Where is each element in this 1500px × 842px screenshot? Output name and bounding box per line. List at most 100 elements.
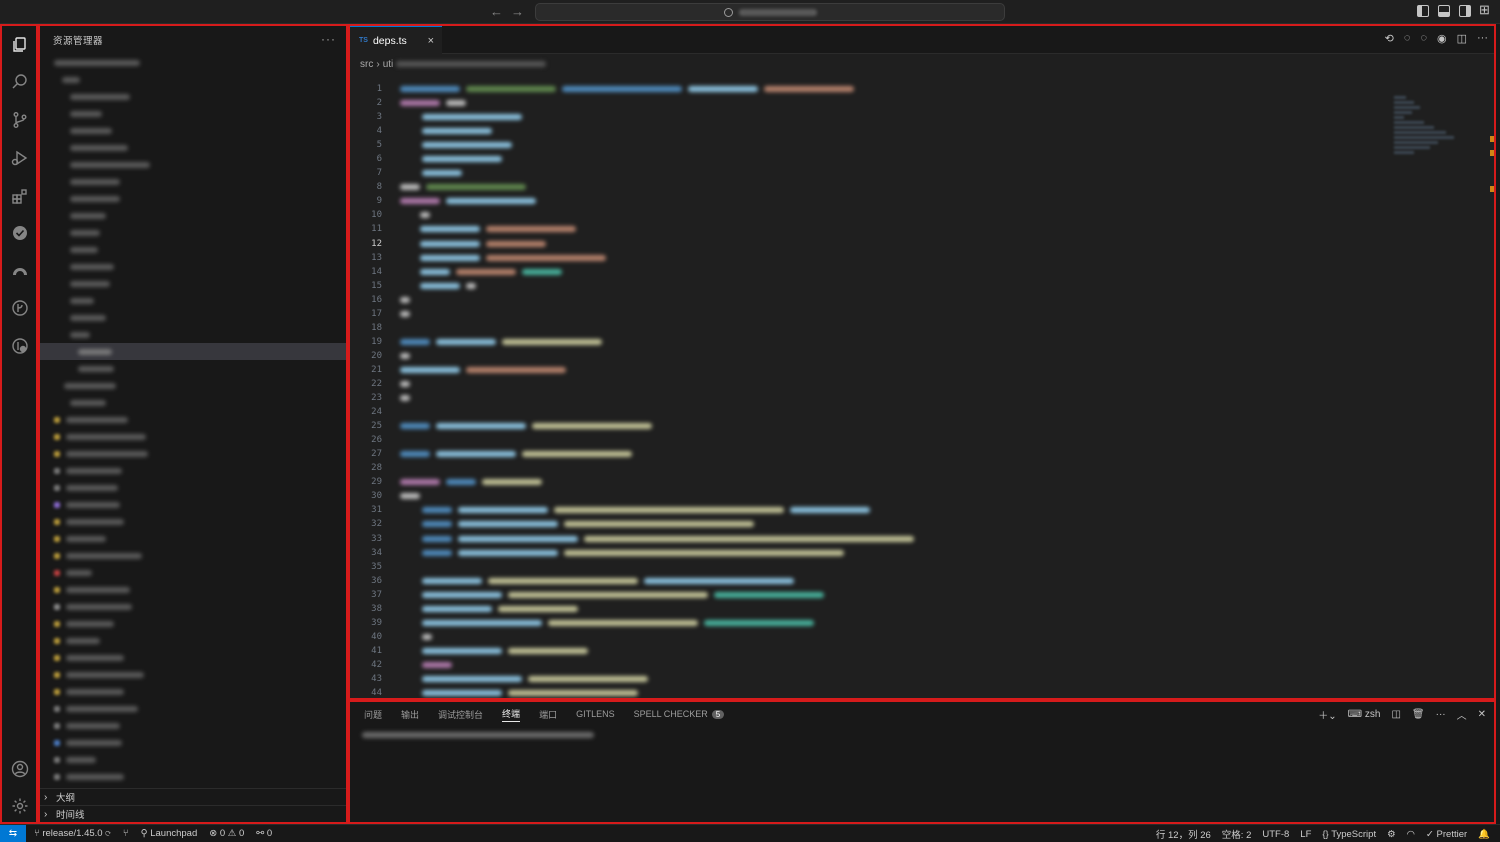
code-line[interactable] — [400, 82, 1400, 96]
tree-row[interactable] — [40, 394, 346, 411]
settings-sync-icon[interactable]: ⚙ — [1387, 829, 1396, 840]
launchpad-status[interactable]: ⚲ Launchpad — [141, 828, 198, 839]
previous-change-icon[interactable]: ◌ — [1404, 32, 1411, 45]
tree-row[interactable] — [40, 224, 346, 241]
tree-row[interactable] — [40, 581, 346, 598]
tree-row[interactable] — [40, 309, 346, 326]
tree-row[interactable] — [40, 632, 346, 649]
breadcrumb-utils[interactable]: uti — [383, 59, 394, 70]
code-line[interactable] — [400, 124, 1400, 138]
tab-terminal[interactable]: 终端 — [502, 707, 521, 722]
tree-row[interactable] — [40, 326, 346, 343]
remote-indicator-icon[interactable]: ⇆ — [0, 824, 26, 842]
code-line[interactable] — [400, 265, 1400, 279]
code-line[interactable] — [400, 307, 1400, 321]
problems-status[interactable]: ⊗ 0 ⚠ 0 — [209, 828, 244, 839]
command-center[interactable] — [535, 3, 1005, 21]
tree-row[interactable] — [40, 377, 346, 394]
tree-row[interactable] — [40, 768, 346, 785]
tab-gitlens[interactable]: GITLENS — [576, 709, 615, 719]
tree-row[interactable] — [40, 71, 346, 88]
code-line[interactable] — [400, 672, 1400, 686]
more-actions-icon[interactable]: ··· — [1477, 32, 1488, 45]
tree-row[interactable] — [40, 547, 346, 564]
tab-deps-ts[interactable]: TS deps.ts × — [350, 26, 442, 54]
tree-row[interactable] — [40, 513, 346, 530]
more-actions-icon[interactable]: ··· — [1436, 709, 1446, 720]
search-icon[interactable] — [11, 73, 29, 91]
code-line[interactable] — [400, 419, 1400, 433]
code-line[interactable] — [400, 110, 1400, 124]
code-line[interactable] — [400, 658, 1400, 672]
code-line[interactable] — [400, 237, 1400, 251]
tree-row[interactable] — [40, 122, 346, 139]
code-line[interactable] — [400, 180, 1400, 194]
gitlens-inspect-icon[interactable] — [11, 337, 29, 355]
toggle-primary-sidebar-icon[interactable] — [1417, 5, 1429, 17]
tree-row[interactable] — [40, 564, 346, 581]
code-line[interactable] — [400, 349, 1400, 363]
code-line[interactable] — [400, 630, 1400, 644]
breadcrumb-src[interactable]: src — [360, 59, 373, 70]
tree-row[interactable] — [40, 700, 346, 717]
source-control-icon[interactable] — [11, 111, 29, 129]
maximize-panel-icon[interactable]: ︿ — [1457, 707, 1467, 722]
code-line[interactable] — [400, 602, 1400, 616]
back-arrow-icon[interactable]: ← — [490, 4, 503, 19]
code-line[interactable] — [400, 546, 1400, 560]
tree-row-selected[interactable] — [40, 343, 346, 360]
tree-row[interactable] — [40, 411, 346, 428]
tree-row[interactable] — [40, 258, 346, 275]
tree-row[interactable] — [40, 292, 346, 309]
tab-debug-console[interactable]: 调试控制台 — [438, 708, 483, 721]
outline-section[interactable]: › 大纲 — [40, 788, 346, 805]
tree-row[interactable] — [40, 479, 346, 496]
notifications-bell-icon[interactable]: 🔔 — [1478, 829, 1490, 840]
code-line[interactable] — [400, 335, 1400, 349]
code-line[interactable] — [400, 588, 1400, 602]
manage-gear-icon[interactable] — [11, 797, 29, 815]
close-panel-icon[interactable]: ✕ — [1478, 709, 1486, 720]
minimap[interactable] — [1394, 96, 1464, 186]
code-line[interactable] — [400, 644, 1400, 658]
tab-ports[interactable]: 端口 — [539, 708, 557, 721]
more-actions-icon[interactable]: ··· — [321, 32, 336, 46]
end-of-line[interactable]: LF — [1300, 829, 1311, 840]
tree-row[interactable] — [40, 649, 346, 666]
tree-row[interactable] — [40, 207, 346, 224]
encoding[interactable]: UTF-8 — [1262, 829, 1289, 840]
code-line[interactable] — [400, 391, 1400, 405]
code-line[interactable] — [400, 293, 1400, 307]
compare-icon[interactable]: ⟲ — [1385, 32, 1394, 45]
code-line[interactable] — [400, 251, 1400, 265]
code-text[interactable] — [400, 82, 1400, 698]
tab-problems[interactable]: 问题 — [364, 708, 382, 721]
code-line[interactable] — [400, 222, 1400, 236]
remote-explorer-icon[interactable] — [11, 261, 29, 279]
new-terminal-icon[interactable]: ＋⌄ — [1318, 707, 1336, 722]
close-icon[interactable]: × — [428, 35, 434, 47]
code-line[interactable] — [400, 279, 1400, 293]
tree-row[interactable] — [40, 88, 346, 105]
code-line[interactable] — [400, 517, 1400, 531]
code-line[interactable] — [400, 194, 1400, 208]
tab-spell-checker[interactable]: SPELL CHECKER 5 — [634, 709, 725, 719]
code-line[interactable] — [400, 574, 1400, 588]
terminal-output[interactable] — [362, 732, 594, 738]
customize-layout-icon[interactable] — [1479, 2, 1492, 18]
code-line[interactable] — [400, 152, 1400, 166]
extensions-icon[interactable] — [11, 187, 29, 205]
tree-row[interactable] — [40, 445, 346, 462]
code-line[interactable] — [400, 208, 1400, 222]
tree-row[interactable] — [40, 428, 346, 445]
tree-row[interactable] — [40, 156, 346, 173]
code-line[interactable] — [400, 560, 1400, 574]
testing-icon[interactable] — [11, 224, 29, 242]
split-terminal-icon[interactable]: ◫ — [1391, 709, 1400, 720]
forward-arrow-icon[interactable]: → — [511, 4, 524, 19]
toggle-panel-icon[interactable] — [1438, 5, 1450, 17]
tree-row[interactable] — [40, 360, 346, 377]
gitlens-icon[interactable] — [11, 299, 29, 317]
tree-row[interactable] — [40, 598, 346, 615]
tree-row[interactable] — [40, 751, 346, 768]
